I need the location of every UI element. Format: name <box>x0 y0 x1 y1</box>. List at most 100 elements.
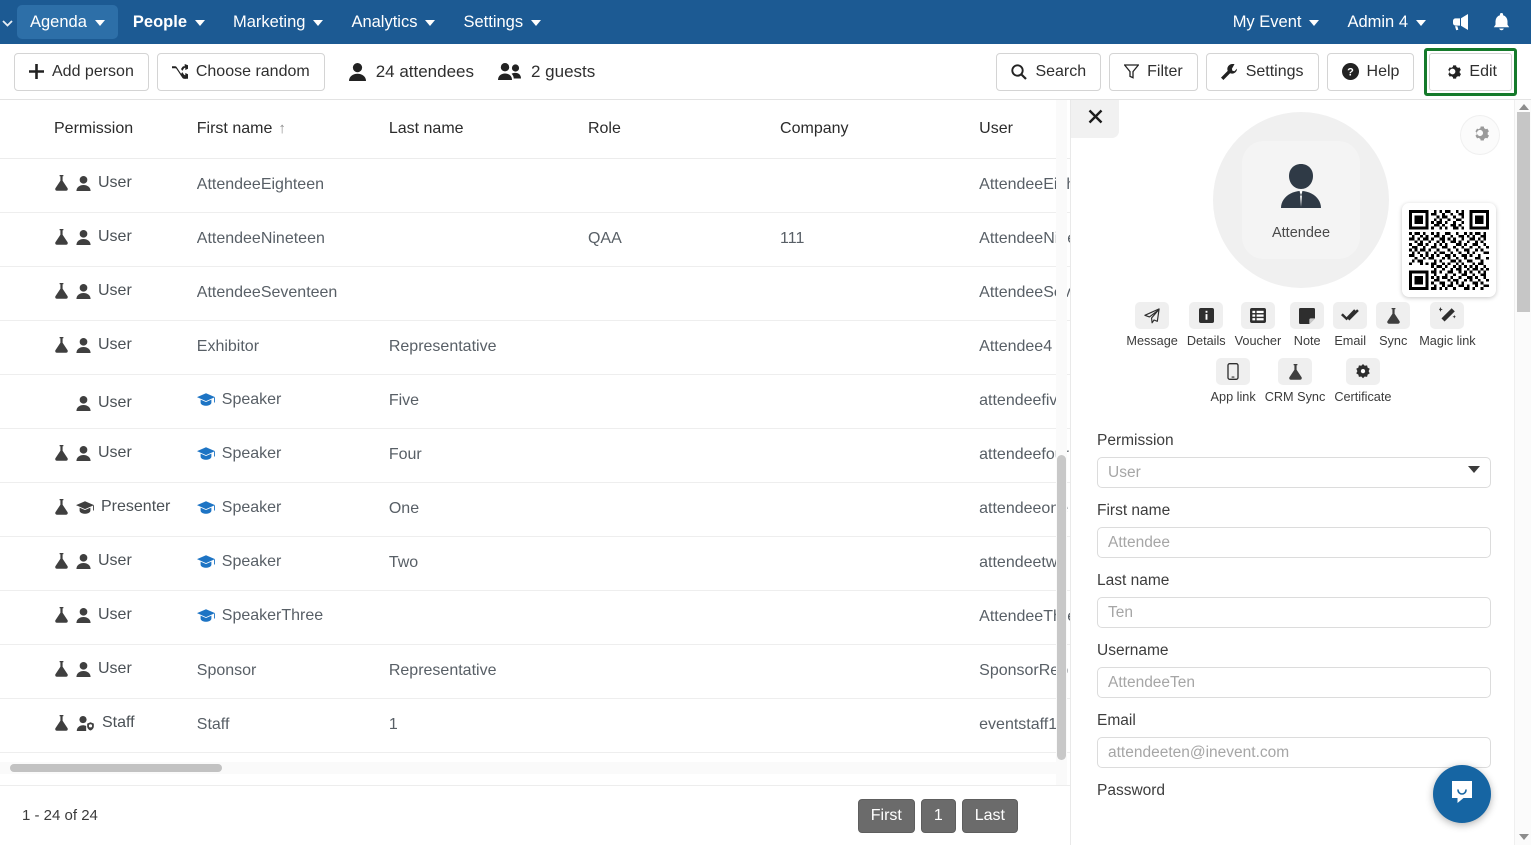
pagination-page-1-button[interactable]: 1 <box>920 798 956 833</box>
cell-last-name[interactable]: Representative <box>388 320 588 375</box>
cell-company[interactable] <box>780 428 980 483</box>
settings-button[interactable]: Settings <box>1205 52 1319 91</box>
cell-permission[interactable]: User <box>0 644 197 699</box>
table-row[interactable]: User Exhibitor Representative Attendee4 <box>0 320 1070 375</box>
cell-role[interactable] <box>587 320 781 375</box>
page-vertical-scrollbar[interactable] <box>1514 100 1531 845</box>
table-row[interactable]: User Sponsor Representative SponsorRep <box>0 644 1070 699</box>
page-vertical-scroll-thumb[interactable] <box>1517 112 1530 312</box>
pagination-first-button[interactable]: First <box>857 798 915 833</box>
field-input-email[interactable]: attendeeten@inevent.com <box>1097 737 1491 768</box>
cell-role[interactable] <box>587 482 781 537</box>
cell-first-name[interactable]: Speaker <box>196 428 389 483</box>
cell-first-name[interactable]: Speaker <box>196 482 389 537</box>
cell-role[interactable]: QAA <box>587 212 781 267</box>
megaphone-icon[interactable] <box>1441 0 1481 44</box>
column-header-permission[interactable]: Permission <box>0 100 197 159</box>
cell-permission[interactable]: User <box>0 320 197 375</box>
cell-last-name[interactable]: Five <box>388 374 588 429</box>
field-input-last-name[interactable]: Ten <box>1097 597 1491 628</box>
cell-first-name[interactable]: Speaker <box>196 374 389 429</box>
qr-code[interactable] <box>1402 203 1496 297</box>
panel-action-message[interactable]: Message <box>1126 302 1178 348</box>
cell-last-name[interactable] <box>388 590 588 645</box>
help-button[interactable]: ? Help <box>1326 52 1415 91</box>
field-select-value-permission[interactable]: User <box>1097 457 1491 488</box>
cell-company[interactable] <box>780 320 980 375</box>
panel-settings-button[interactable] <box>1461 116 1499 154</box>
cell-last-name[interactable] <box>388 212 588 267</box>
column-header-first-name[interactable]: First name ↑ <box>196 100 389 159</box>
cell-permission[interactable]: User <box>0 266 197 321</box>
cell-role[interactable] <box>587 698 781 753</box>
cell-company[interactable] <box>780 374 980 429</box>
field-input-first-name[interactable]: Attendee <box>1097 527 1491 558</box>
cell-permission[interactable]: User <box>0 536 197 591</box>
choose-random-button[interactable]: Choose random <box>156 52 325 91</box>
cell-permission[interactable]: Staff <box>0 698 197 753</box>
table-row[interactable]: UserAttendeeEighteenAttendeeEighteen <box>0 158 1070 213</box>
filter-button[interactable]: Filter <box>1109 52 1198 91</box>
cell-last-name[interactable]: Representative <box>388 644 588 699</box>
cell-company[interactable] <box>780 158 980 213</box>
cell-role[interactable] <box>587 428 781 483</box>
cell-company[interactable] <box>780 590 980 645</box>
cell-last-name[interactable] <box>388 158 588 213</box>
avatar[interactable]: Attendee <box>1242 141 1360 259</box>
panel-action-magic-link[interactable]: Magic link <box>1419 302 1476 348</box>
cell-last-name[interactable]: Two <box>388 536 588 591</box>
table-row[interactable]: UserAttendeeNineteenQAA111AttendeeNinete… <box>0 212 1070 267</box>
cell-permission[interactable]: User <box>0 374 197 429</box>
table-row[interactable]: User Speaker Four attendeefour <box>0 428 1070 483</box>
cell-role[interactable] <box>587 536 781 591</box>
cell-role[interactable] <box>587 644 781 699</box>
cell-permission[interactable]: User <box>0 158 197 213</box>
search-button[interactable]: Search <box>996 52 1102 91</box>
cell-role[interactable] <box>587 374 781 429</box>
cell-first-name[interactable]: Staff <box>196 698 389 753</box>
field-input-username[interactable]: AttendeeTen <box>1097 667 1491 698</box>
cell-first-name[interactable]: Exhibitor <box>196 320 389 375</box>
edit-button[interactable]: Edit <box>1429 52 1512 91</box>
table-row[interactable]: User Speaker Five attendeefive <box>0 374 1070 429</box>
cell-first-name[interactable]: AttendeeEighteen <box>196 158 389 213</box>
nav-item-my-event[interactable]: My Event <box>1220 5 1333 39</box>
table-row[interactable]: User SpeakerThree AttendeeThre <box>0 590 1070 645</box>
panel-action-email[interactable]: Email <box>1333 302 1368 348</box>
cell-company[interactable] <box>780 644 980 699</box>
cell-last-name[interactable]: 1 <box>388 698 588 753</box>
bell-icon[interactable] <box>1481 0 1521 44</box>
nav-item-people[interactable]: People <box>120 5 218 39</box>
cell-permission[interactable]: User <box>0 590 197 645</box>
cell-first-name[interactable]: AttendeeNineteen <box>196 212 389 267</box>
column-header-last-name[interactable]: Last name <box>388 100 588 159</box>
nav-item-marketing[interactable]: Marketing <box>220 5 336 39</box>
field-select-permission[interactable]: User <box>1097 457 1491 488</box>
nav-item-settings[interactable]: Settings <box>450 5 554 39</box>
cell-permission[interactable]: User <box>0 428 197 483</box>
table-row[interactable]: User Speaker Two attendeetwo <box>0 536 1070 591</box>
panel-action-note[interactable]: Note <box>1290 302 1325 348</box>
table-row[interactable]: Staff Staff 1 eventstaff1 <box>0 698 1070 753</box>
cell-last-name[interactable] <box>388 266 588 321</box>
cell-first-name[interactable]: AttendeeSeventeen <box>196 266 389 321</box>
panel-action-details[interactable]: Details <box>1187 302 1226 348</box>
table-vertical-scroll-thumb[interactable] <box>1057 455 1066 760</box>
cell-company[interactable] <box>780 698 980 753</box>
cell-last-name[interactable]: Four <box>388 428 588 483</box>
chat-support-button[interactable] <box>1433 765 1491 823</box>
cell-permission[interactable]: Presenter <box>0 482 197 537</box>
cell-last-name[interactable]: One <box>388 482 588 537</box>
nav-item-agenda[interactable]: Agenda <box>17 5 118 39</box>
cell-role[interactable] <box>587 266 781 321</box>
panel-action-voucher[interactable]: Voucher <box>1235 302 1281 348</box>
table-horizontal-scroll-thumb[interactable] <box>10 764 222 772</box>
column-header-company[interactable]: Company <box>780 100 980 159</box>
panel-action-certificate[interactable]: Certificate <box>1334 358 1391 404</box>
pagination-last-button[interactable]: Last <box>961 798 1018 833</box>
add-person-button[interactable]: Add person <box>14 52 149 91</box>
panel-action-crm-sync[interactable]: CRM Sync <box>1265 358 1325 404</box>
close-panel-button[interactable] <box>1071 100 1119 138</box>
scroll-up-arrow-icon[interactable] <box>1519 104 1529 110</box>
scroll-down-arrow-icon[interactable] <box>1519 834 1529 840</box>
